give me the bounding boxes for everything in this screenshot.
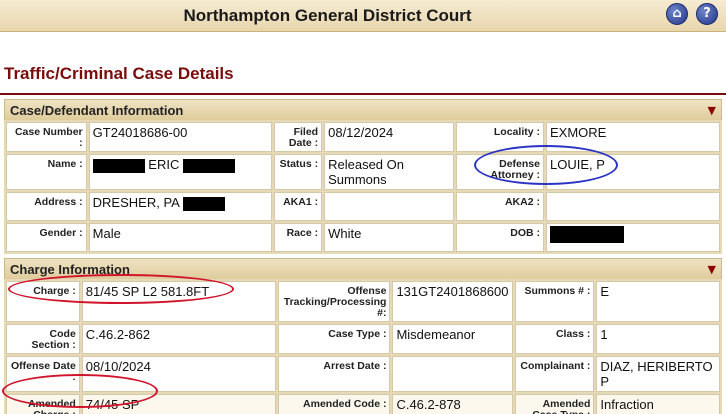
offense-date-value: 08/10/2024 [81,356,277,392]
redaction-bar [182,158,235,173]
status-value: Released On Summons [324,154,454,190]
address-text: DRESHER, PA [92,195,180,210]
arrest-date-value [392,356,513,392]
offense-tracking-label: Offense Tracking/Processing #: [278,281,391,322]
court-name: Northampton General District Court [183,6,472,25]
charge-value: 81/45 SP L2 581.8FT [81,281,277,322]
locality-value: EXMORE [545,122,720,152]
help-icon[interactable]: ? [696,3,718,25]
arrest-date-label: Arrest Date : [278,356,391,392]
filed-date-label: Filed Date : [274,122,323,152]
address-label: Address : [6,192,87,221]
home-icon[interactable]: ⌂ [666,3,688,25]
redaction-bar [182,196,225,211]
section-title: Case/Defendant Information [10,103,184,118]
code-section-value: C.46.2-862 [81,324,277,354]
status-label: Status : [274,154,323,190]
redaction-bar [549,226,624,244]
race-value: White [324,223,454,252]
gender-value: Male [88,223,273,252]
summons-value: E [596,281,720,322]
summons-label: Summons # : [514,281,595,322]
class-label: Class : [514,324,595,354]
aka1-value [324,192,454,221]
case-defendant-table: Case Number : GT24018686-00 Filed Date :… [4,120,722,254]
dob-label: DOB : [455,223,544,252]
redaction-bar [92,158,145,173]
complainant-label: Complainant : [514,356,595,392]
amended-code-label: Amended Code : [278,394,391,414]
offense-tracking-value: 131GT2401868600 [392,281,513,322]
amended-case-type-label: Amended Case Type : [514,394,595,414]
case-number-value: GT24018686-00 [88,122,273,152]
top-banner: Northampton General District Court ⌂ ? [0,0,726,32]
charge-table: Charge : 81/45 SP L2 581.8FT Offense Tra… [4,279,722,414]
case-defendant-section-header[interactable]: Case/Defendant Information ▼ [4,99,722,121]
aka1-label: AKA1 : [274,192,323,221]
aka2-label: AKA2 : [455,192,544,221]
address-value: DRESHER, PA [88,192,273,221]
aka2-value [545,192,720,221]
case-type-value: Misdemeanor [392,324,513,354]
complainant-value: DIAZ, HERIBERTO P [596,356,720,392]
amended-case-type-value: Infraction [596,394,720,414]
case-type-label: Case Type : [278,324,391,354]
amended-charge-label: Amended Charge : [6,394,80,414]
dob-value [545,223,720,252]
defense-attorney-value: LOUIE, P [545,154,720,190]
collapse-triangle-icon[interactable]: ▼ [708,263,716,276]
locality-label: Locality : [455,122,544,152]
race-label: Race : [274,223,323,252]
name-label: Name : [6,154,87,190]
code-section-label: Code Section : [6,324,80,354]
gender-label: Gender : [6,223,87,252]
charge-label: Charge : [6,281,80,322]
defense-attorney-label: Defense Attorney : [455,154,544,190]
name-value: ERIC [88,154,273,190]
charge-section-header[interactable]: Charge Information ▼ [4,258,722,280]
collapse-triangle-icon[interactable]: ▼ [708,104,716,117]
filed-date-value: 08/12/2024 [324,122,454,152]
offense-date-label: Offense Date : [6,356,80,392]
title-divider [0,93,726,95]
case-number-label: Case Number : [6,122,87,152]
amended-code-value: C.46.2-878 [392,394,513,414]
page-title: Traffic/Criminal Case Details [4,64,234,83]
amended-charge-value: 74/45 SP [81,394,277,414]
class-value: 1 [596,324,720,354]
first-name: ERIC [148,157,180,172]
section-title: Charge Information [10,262,130,277]
